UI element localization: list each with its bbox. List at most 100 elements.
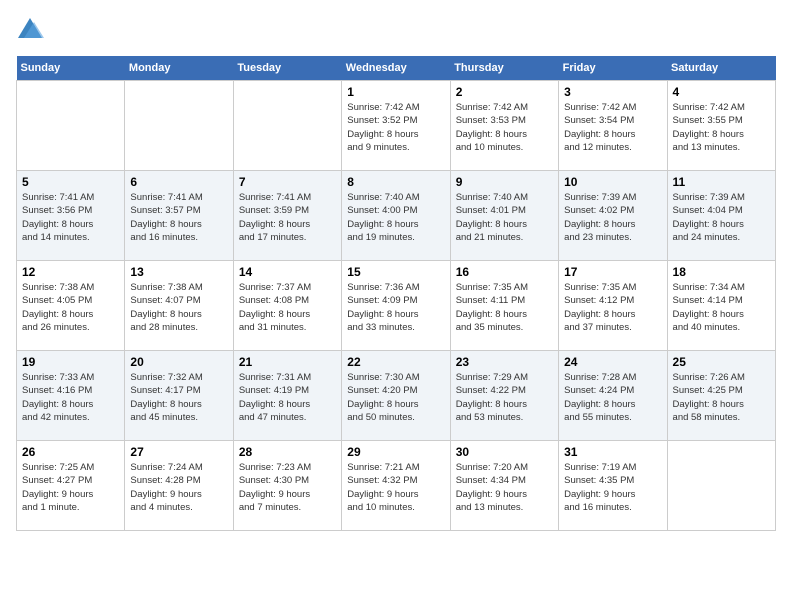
calendar-cell: 1 Sunrise: 7:42 AM Sunset: 3:52 PM Daylig…: [342, 81, 450, 171]
weekday-header-thursday: Thursday: [450, 56, 558, 81]
day-info: Sunrise: 7:32 AM Sunset: 4:17 PM Dayligh…: [130, 371, 227, 424]
day-number: 28: [239, 445, 336, 459]
calendar-cell: 27 Sunrise: 7:24 AM Sunset: 4:28 PM Dayli…: [125, 441, 233, 531]
day-number: 29: [347, 445, 444, 459]
day-info: Sunrise: 7:42 AM Sunset: 3:55 PM Dayligh…: [673, 101, 770, 154]
calendar-cell: 26 Sunrise: 7:25 AM Sunset: 4:27 PM Dayli…: [17, 441, 125, 531]
day-number: 31: [564, 445, 661, 459]
weekday-header-monday: Monday: [125, 56, 233, 81]
day-info: Sunrise: 7:33 AM Sunset: 4:16 PM Dayligh…: [22, 371, 119, 424]
day-info: Sunrise: 7:28 AM Sunset: 4:24 PM Dayligh…: [564, 371, 661, 424]
day-info: Sunrise: 7:34 AM Sunset: 4:14 PM Dayligh…: [673, 281, 770, 334]
day-number: 10: [564, 175, 661, 189]
day-info: Sunrise: 7:19 AM Sunset: 4:35 PM Dayligh…: [564, 461, 661, 514]
day-info: Sunrise: 7:40 AM Sunset: 4:01 PM Dayligh…: [456, 191, 553, 244]
week-row-1: 1 Sunrise: 7:42 AM Sunset: 3:52 PM Daylig…: [17, 81, 776, 171]
calendar-cell: 4Sunrise: 7:42 AM Sunset: 3:55 PM Daylig…: [667, 81, 775, 171]
day-info: Sunrise: 7:38 AM Sunset: 4:05 PM Dayligh…: [22, 281, 119, 334]
day-info: Sunrise: 7:39 AM Sunset: 4:02 PM Dayligh…: [564, 191, 661, 244]
day-number: 25: [673, 355, 770, 369]
week-row-2: 5 Sunrise: 7:41 AM Sunset: 3:56 PM Daylig…: [17, 171, 776, 261]
day-number: 19: [22, 355, 119, 369]
day-info: Sunrise: 7:35 AM Sunset: 4:11 PM Dayligh…: [456, 281, 553, 334]
day-number: 30: [456, 445, 553, 459]
calendar-cell: 30Sunrise: 7:20 AM Sunset: 4:34 PM Dayli…: [450, 441, 558, 531]
calendar-cell: 17 Sunrise: 7:35 AM Sunset: 4:12 PM Dayli…: [559, 261, 667, 351]
calendar-cell: [667, 441, 775, 531]
day-info: Sunrise: 7:41 AM Sunset: 3:59 PM Dayligh…: [239, 191, 336, 244]
day-number: 2: [456, 85, 553, 99]
day-info: Sunrise: 7:41 AM Sunset: 3:56 PM Dayligh…: [22, 191, 119, 244]
calendar-cell: 8 Sunrise: 7:40 AM Sunset: 4:00 PM Daylig…: [342, 171, 450, 261]
calendar-cell: 16 Sunrise: 7:35 AM Sunset: 4:11 PM Dayli…: [450, 261, 558, 351]
calendar-cell: 3 Sunrise: 7:42 AM Sunset: 3:54 PM Daylig…: [559, 81, 667, 171]
day-number: 16: [456, 265, 553, 279]
day-info: Sunrise: 7:35 AM Sunset: 4:12 PM Dayligh…: [564, 281, 661, 334]
calendar-cell: 2Sunrise: 7:42 AM Sunset: 3:53 PM Daylig…: [450, 81, 558, 171]
calendar-cell: [233, 81, 341, 171]
day-number: 1: [347, 85, 444, 99]
day-number: 15: [347, 265, 444, 279]
calendar-cell: 21 Sunrise: 7:31 AM Sunset: 4:19 PM Dayli…: [233, 351, 341, 441]
calendar-cell: 7Sunrise: 7:41 AM Sunset: 3:59 PM Daylig…: [233, 171, 341, 261]
weekday-header-wednesday: Wednesday: [342, 56, 450, 81]
calendar-table: SundayMondayTuesdayWednesdayThursdayFrid…: [16, 56, 776, 531]
day-info: Sunrise: 7:25 AM Sunset: 4:27 PM Dayligh…: [22, 461, 119, 514]
day-info: Sunrise: 7:21 AM Sunset: 4:32 PM Dayligh…: [347, 461, 444, 514]
day-info: Sunrise: 7:31 AM Sunset: 4:19 PM Dayligh…: [239, 371, 336, 424]
calendar-cell: 20 Sunrise: 7:32 AM Sunset: 4:17 PM Dayli…: [125, 351, 233, 441]
day-number: 27: [130, 445, 227, 459]
calendar-cell: 13Sunrise: 7:38 AM Sunset: 4:07 PM Dayli…: [125, 261, 233, 351]
weekday-header-row: SundayMondayTuesdayWednesdayThursdayFrid…: [17, 56, 776, 81]
day-number: 12: [22, 265, 119, 279]
calendar-cell: 9Sunrise: 7:40 AM Sunset: 4:01 PM Daylig…: [450, 171, 558, 261]
day-number: 6: [130, 175, 227, 189]
calendar-cell: 10 Sunrise: 7:39 AM Sunset: 4:02 PM Dayli…: [559, 171, 667, 261]
logo: [16, 16, 48, 44]
day-number: 13: [130, 265, 227, 279]
week-row-4: 19 Sunrise: 7:33 AM Sunset: 4:16 PM Dayli…: [17, 351, 776, 441]
calendar-cell: 24 Sunrise: 7:28 AM Sunset: 4:24 PM Dayli…: [559, 351, 667, 441]
day-info: Sunrise: 7:24 AM Sunset: 4:28 PM Dayligh…: [130, 461, 227, 514]
day-number: 14: [239, 265, 336, 279]
day-info: Sunrise: 7:26 AM Sunset: 4:25 PM Dayligh…: [673, 371, 770, 424]
day-info: Sunrise: 7:39 AM Sunset: 4:04 PM Dayligh…: [673, 191, 770, 244]
calendar-cell: 22 Sunrise: 7:30 AM Sunset: 4:20 PM Dayli…: [342, 351, 450, 441]
day-number: 3: [564, 85, 661, 99]
calendar-cell: 28 Sunrise: 7:23 AM Sunset: 4:30 PM Dayli…: [233, 441, 341, 531]
calendar-cell: 18Sunrise: 7:34 AM Sunset: 4:14 PM Dayli…: [667, 261, 775, 351]
weekday-header-friday: Friday: [559, 56, 667, 81]
page-header: [16, 16, 776, 44]
calendar-cell: 25 Sunrise: 7:26 AM Sunset: 4:25 PM Dayli…: [667, 351, 775, 441]
calendar-cell: [125, 81, 233, 171]
day-info: Sunrise: 7:41 AM Sunset: 3:57 PM Dayligh…: [130, 191, 227, 244]
calendar-cell: 19 Sunrise: 7:33 AM Sunset: 4:16 PM Dayli…: [17, 351, 125, 441]
day-number: 21: [239, 355, 336, 369]
week-row-3: 12 Sunrise: 7:38 AM Sunset: 4:05 PM Dayli…: [17, 261, 776, 351]
day-info: Sunrise: 7:42 AM Sunset: 3:54 PM Dayligh…: [564, 101, 661, 154]
day-number: 26: [22, 445, 119, 459]
calendar-cell: 6 Sunrise: 7:41 AM Sunset: 3:57 PM Daylig…: [125, 171, 233, 261]
calendar-cell: 11 Sunrise: 7:39 AM Sunset: 4:04 PM Dayli…: [667, 171, 775, 261]
day-info: Sunrise: 7:30 AM Sunset: 4:20 PM Dayligh…: [347, 371, 444, 424]
day-info: Sunrise: 7:23 AM Sunset: 4:30 PM Dayligh…: [239, 461, 336, 514]
day-number: 8: [347, 175, 444, 189]
day-number: 5: [22, 175, 119, 189]
calendar-cell: 14Sunrise: 7:37 AM Sunset: 4:08 PM Dayli…: [233, 261, 341, 351]
day-number: 24: [564, 355, 661, 369]
calendar-cell: 31 Sunrise: 7:19 AM Sunset: 4:35 PM Dayli…: [559, 441, 667, 531]
day-number: 20: [130, 355, 227, 369]
day-number: 22: [347, 355, 444, 369]
weekday-header-saturday: Saturday: [667, 56, 775, 81]
calendar-cell: 15Sunrise: 7:36 AM Sunset: 4:09 PM Dayli…: [342, 261, 450, 351]
day-info: Sunrise: 7:29 AM Sunset: 4:22 PM Dayligh…: [456, 371, 553, 424]
day-info: Sunrise: 7:42 AM Sunset: 3:52 PM Dayligh…: [347, 101, 444, 154]
weekday-header-sunday: Sunday: [17, 56, 125, 81]
day-info: Sunrise: 7:40 AM Sunset: 4:00 PM Dayligh…: [347, 191, 444, 244]
calendar-cell: 29 Sunrise: 7:21 AM Sunset: 4:32 PM Dayli…: [342, 441, 450, 531]
day-number: 23: [456, 355, 553, 369]
day-number: 11: [673, 175, 770, 189]
day-number: 17: [564, 265, 661, 279]
calendar-cell: 5 Sunrise: 7:41 AM Sunset: 3:56 PM Daylig…: [17, 171, 125, 261]
calendar-cell: 12 Sunrise: 7:38 AM Sunset: 4:05 PM Dayli…: [17, 261, 125, 351]
